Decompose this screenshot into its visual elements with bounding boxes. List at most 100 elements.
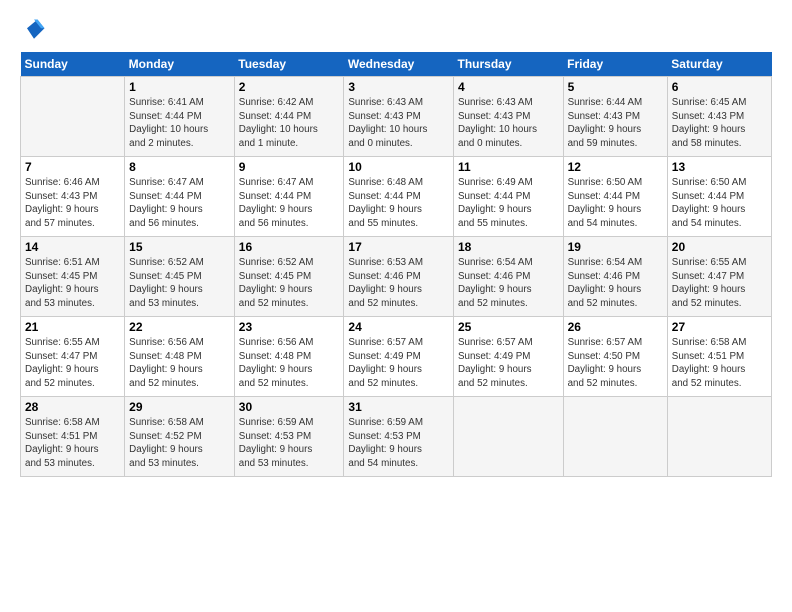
- day-cell: 15Sunrise: 6:52 AM Sunset: 4:45 PM Dayli…: [125, 237, 235, 317]
- day-cell: 12 Sunrise: 6:50 AM Sunset: 4:44 PM Dayli…: [563, 157, 667, 237]
- day-cell: 30 Sunrise: 6:59 AM Sunset: 4:53 PM Dayli…: [234, 397, 344, 477]
- day-cell: 6 Sunrise: 6:45 AM Sunset: 4:43 PM Daylig…: [667, 77, 771, 157]
- day-info: Sunrise: 6:49 AM Sunset: 4:44 PM Dayligh…: [458, 176, 559, 231]
- day-number: 14: [25, 240, 120, 254]
- day-info: Sunrise: 6:42 AM Sunset: 4:44 PM Dayligh…: [239, 96, 340, 151]
- day-cell: 24 Sunrise: 6:57 AM Sunset: 4:49 PM Dayli…: [344, 317, 454, 397]
- day-info: Sunrise: 6:54 AM Sunset: 4:46 PM Dayligh…: [568, 256, 663, 311]
- day-number: 30: [239, 400, 340, 414]
- day-cell: 8 Sunrise: 6:47 AM Sunset: 4:44 PM Daylig…: [125, 157, 235, 237]
- day-number: 23: [239, 320, 340, 334]
- week-row: 7 Sunrise: 6:46 AM Sunset: 4:43 PM Daylig…: [21, 157, 772, 237]
- day-cell: 13 Sunrise: 6:50 AM Sunset: 4:44 PM Dayli…: [667, 157, 771, 237]
- day-number: 3: [348, 80, 449, 94]
- day-cell: 11 Sunrise: 6:49 AM Sunset: 4:44 PM Dayli…: [454, 157, 564, 237]
- day-cell: 19 Sunrise: 6:54 AM Sunset: 4:46 PM Dayli…: [563, 237, 667, 317]
- day-cell: 17 Sunrise: 6:53 AM Sunset: 4:46 PM Dayli…: [344, 237, 454, 317]
- day-cell: 21Sunrise: 6:55 AM Sunset: 4:47 PM Dayli…: [21, 317, 125, 397]
- week-row: 14 Sunrise: 6:51 AM Sunset: 4:45 PM Dayli…: [21, 237, 772, 317]
- day-number: 21: [25, 320, 120, 334]
- day-info: Sunrise: 6:52 AM Sunset: 4:45 PM Dayligh…: [129, 256, 230, 311]
- day-cell: 10 Sunrise: 6:48 AM Sunset: 4:44 PM Dayli…: [344, 157, 454, 237]
- day-info: Sunrise: 6:48 AM Sunset: 4:44 PM Dayligh…: [348, 176, 449, 231]
- day-info: Sunrise: 6:58 AM Sunset: 4:52 PM Dayligh…: [129, 416, 230, 471]
- day-info: Sunrise: 6:52 AM Sunset: 4:45 PM Dayligh…: [239, 256, 340, 311]
- day-info: Sunrise: 6:45 AM Sunset: 4:43 PM Dayligh…: [672, 96, 767, 151]
- day-cell: 4 Sunrise: 6:43 AM Sunset: 4:43 PM Daylig…: [454, 77, 564, 157]
- day-number: 5: [568, 80, 663, 94]
- day-cell: [563, 397, 667, 477]
- day-info: Sunrise: 6:56 AM Sunset: 4:48 PM Dayligh…: [129, 336, 230, 391]
- day-number: 12: [568, 160, 663, 174]
- day-info: Sunrise: 6:50 AM Sunset: 4:44 PM Dayligh…: [672, 176, 767, 231]
- day-number: 8: [129, 160, 230, 174]
- day-number: 2: [239, 80, 340, 94]
- header-day: Saturday: [667, 52, 771, 77]
- day-info: Sunrise: 6:47 AM Sunset: 4:44 PM Dayligh…: [129, 176, 230, 231]
- day-number: 19: [568, 240, 663, 254]
- day-number: 6: [672, 80, 767, 94]
- day-info: Sunrise: 6:54 AM Sunset: 4:46 PM Dayligh…: [458, 256, 559, 311]
- day-cell: [667, 397, 771, 477]
- day-info: Sunrise: 6:50 AM Sunset: 4:44 PM Dayligh…: [568, 176, 663, 231]
- day-info: Sunrise: 6:46 AM Sunset: 4:43 PM Dayligh…: [25, 176, 120, 231]
- day-cell: 20 Sunrise: 6:55 AM Sunset: 4:47 PM Dayli…: [667, 237, 771, 317]
- day-number: 13: [672, 160, 767, 174]
- day-cell: 31 Sunrise: 6:59 AM Sunset: 4:53 PM Dayli…: [344, 397, 454, 477]
- day-number: 18: [458, 240, 559, 254]
- week-row: 21Sunrise: 6:55 AM Sunset: 4:47 PM Dayli…: [21, 317, 772, 397]
- header-row: SundayMondayTuesdayWednesdayThursdayFrid…: [21, 52, 772, 77]
- day-number: 27: [672, 320, 767, 334]
- day-cell: 29Sunrise: 6:58 AM Sunset: 4:52 PM Dayli…: [125, 397, 235, 477]
- day-number: 4: [458, 80, 559, 94]
- week-row: 28 Sunrise: 6:58 AM Sunset: 4:51 PM Dayli…: [21, 397, 772, 477]
- day-info: Sunrise: 6:43 AM Sunset: 4:43 PM Dayligh…: [458, 96, 559, 151]
- day-info: Sunrise: 6:58 AM Sunset: 4:51 PM Dayligh…: [672, 336, 767, 391]
- day-number: 17: [348, 240, 449, 254]
- header-day: Tuesday: [234, 52, 344, 77]
- day-cell: 27 Sunrise: 6:58 AM Sunset: 4:51 PM Dayli…: [667, 317, 771, 397]
- calendar-table: SundayMondayTuesdayWednesdayThursdayFrid…: [20, 52, 772, 477]
- day-number: 22: [129, 320, 230, 334]
- day-number: 7: [25, 160, 120, 174]
- day-info: Sunrise: 6:51 AM Sunset: 4:45 PM Dayligh…: [25, 256, 120, 311]
- day-cell: 5 Sunrise: 6:44 AM Sunset: 4:43 PM Daylig…: [563, 77, 667, 157]
- day-info: Sunrise: 6:57 AM Sunset: 4:50 PM Dayligh…: [568, 336, 663, 391]
- day-number: 1: [129, 80, 230, 94]
- day-info: Sunrise: 6:57 AM Sunset: 4:49 PM Dayligh…: [348, 336, 449, 391]
- logo: [20, 16, 52, 44]
- day-cell: 1 Sunrise: 6:41 AM Sunset: 4:44 PM Daylig…: [125, 77, 235, 157]
- day-number: 28: [25, 400, 120, 414]
- day-info: Sunrise: 6:47 AM Sunset: 4:44 PM Dayligh…: [239, 176, 340, 231]
- day-cell: 26 Sunrise: 6:57 AM Sunset: 4:50 PM Dayli…: [563, 317, 667, 397]
- day-info: Sunrise: 6:55 AM Sunset: 4:47 PM Dayligh…: [672, 256, 767, 311]
- day-info: Sunrise: 6:58 AM Sunset: 4:51 PM Dayligh…: [25, 416, 120, 471]
- day-number: 31: [348, 400, 449, 414]
- day-number: 24: [348, 320, 449, 334]
- day-cell: 16Sunrise: 6:52 AM Sunset: 4:45 PM Dayli…: [234, 237, 344, 317]
- day-number: 20: [672, 240, 767, 254]
- day-info: Sunrise: 6:57 AM Sunset: 4:49 PM Dayligh…: [458, 336, 559, 391]
- page: SundayMondayTuesdayWednesdayThursdayFrid…: [0, 0, 792, 612]
- day-info: Sunrise: 6:56 AM Sunset: 4:48 PM Dayligh…: [239, 336, 340, 391]
- day-info: Sunrise: 6:43 AM Sunset: 4:43 PM Dayligh…: [348, 96, 449, 151]
- day-info: Sunrise: 6:44 AM Sunset: 4:43 PM Dayligh…: [568, 96, 663, 151]
- day-number: 11: [458, 160, 559, 174]
- day-info: Sunrise: 6:59 AM Sunset: 4:53 PM Dayligh…: [239, 416, 340, 471]
- day-cell: 7 Sunrise: 6:46 AM Sunset: 4:43 PM Daylig…: [21, 157, 125, 237]
- day-number: 25: [458, 320, 559, 334]
- day-number: 26: [568, 320, 663, 334]
- day-number: 10: [348, 160, 449, 174]
- day-cell: 18 Sunrise: 6:54 AM Sunset: 4:46 PM Dayli…: [454, 237, 564, 317]
- day-cell: 9 Sunrise: 6:47 AM Sunset: 4:44 PM Daylig…: [234, 157, 344, 237]
- day-info: Sunrise: 6:53 AM Sunset: 4:46 PM Dayligh…: [348, 256, 449, 311]
- day-number: 9: [239, 160, 340, 174]
- day-info: Sunrise: 6:41 AM Sunset: 4:44 PM Dayligh…: [129, 96, 230, 151]
- day-cell: 22 Sunrise: 6:56 AM Sunset: 4:48 PM Dayli…: [125, 317, 235, 397]
- header-day: Sunday: [21, 52, 125, 77]
- day-cell: 23 Sunrise: 6:56 AM Sunset: 4:48 PM Dayli…: [234, 317, 344, 397]
- day-cell: 25 Sunrise: 6:57 AM Sunset: 4:49 PM Dayli…: [454, 317, 564, 397]
- day-info: Sunrise: 6:59 AM Sunset: 4:53 PM Dayligh…: [348, 416, 449, 471]
- logo-icon: [20, 16, 48, 44]
- header-day: Friday: [563, 52, 667, 77]
